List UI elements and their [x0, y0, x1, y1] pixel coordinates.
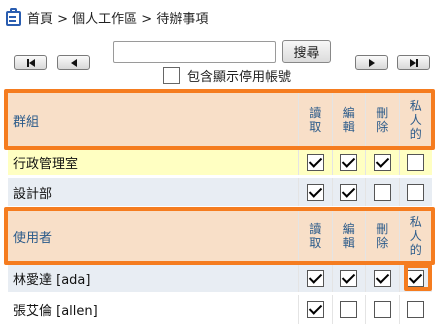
read-checkbox[interactable]: [306, 269, 324, 287]
delete-checkbox[interactable]: [373, 301, 391, 318]
column-read-header: 讀取: [298, 92, 332, 148]
user-table-header: 使用者 讀取 編輯 刪除 私人的: [8, 210, 432, 262]
clipboard-icon: [6, 8, 21, 26]
user-name: 張艾倫 [allen]: [13, 304, 98, 319]
private-checkbox[interactable]: [407, 154, 425, 171]
delete-checkbox[interactable]: [373, 269, 391, 287]
group-name: 設計部: [13, 186, 53, 202]
first-page-button[interactable]: [14, 55, 47, 70]
next-page-button[interactable]: [355, 55, 388, 70]
search-button[interactable]: 搜尋: [282, 40, 331, 63]
previous-icon: [70, 58, 77, 67]
column-edit-header: 編輯: [331, 92, 366, 148]
private-checkbox[interactable]: [407, 301, 425, 318]
private-checkbox[interactable]: [407, 183, 425, 201]
user-row: 張艾倫 [allen]: [8, 295, 432, 324]
group-name: 行政管理室: [13, 157, 79, 172]
edit-checkbox[interactable]: [340, 269, 358, 287]
column-read-header: 讀取: [298, 210, 332, 262]
edit-checkbox[interactable]: [340, 183, 358, 201]
next-icon: [368, 58, 375, 67]
last-page-icon: [415, 58, 418, 67]
previous-page-button[interactable]: [57, 55, 90, 70]
group-row: 設計部: [8, 178, 432, 206]
include-disabled-label: 包含顯示停用帳號: [187, 69, 292, 85]
user-row: 林愛達 [ada]: [8, 264, 432, 292]
last-page-button[interactable]: [397, 55, 430, 70]
read-checkbox[interactable]: [306, 183, 324, 201]
user-name: 林愛達 [ada]: [13, 272, 91, 288]
include-disabled-option: 包含顯示停用帳號: [163, 66, 292, 85]
read-checkbox[interactable]: [306, 301, 324, 318]
group-table-header: 群組 讀取 編輯 刪除 私人的: [8, 92, 432, 148]
column-private-header: 私人的: [398, 92, 433, 148]
user-header-label: 使用者: [13, 230, 53, 246]
column-delete-header: 刪除: [365, 210, 399, 262]
read-checkbox[interactable]: [306, 154, 324, 171]
column-edit-header: 編輯: [331, 210, 366, 262]
column-private-header: 私人的: [398, 210, 433, 262]
edit-checkbox[interactable]: [340, 154, 358, 171]
breadcrumb: 首頁 > 個人工作區 > 待辦事項: [6, 7, 208, 27]
edit-checkbox[interactable]: [340, 301, 358, 318]
include-disabled-checkbox[interactable]: [163, 66, 180, 84]
column-delete-header: 刪除: [365, 92, 399, 148]
delete-checkbox[interactable]: [373, 183, 391, 201]
search-input[interactable]: [113, 41, 276, 63]
private-checkbox[interactable]: [407, 269, 425, 287]
delete-checkbox[interactable]: [373, 154, 391, 171]
group-header-label: 群組: [13, 114, 40, 130]
group-row: 行政管理室: [8, 150, 432, 175]
breadcrumb-text[interactable]: 首頁 > 個人工作區 > 待辦事項: [27, 8, 208, 27]
